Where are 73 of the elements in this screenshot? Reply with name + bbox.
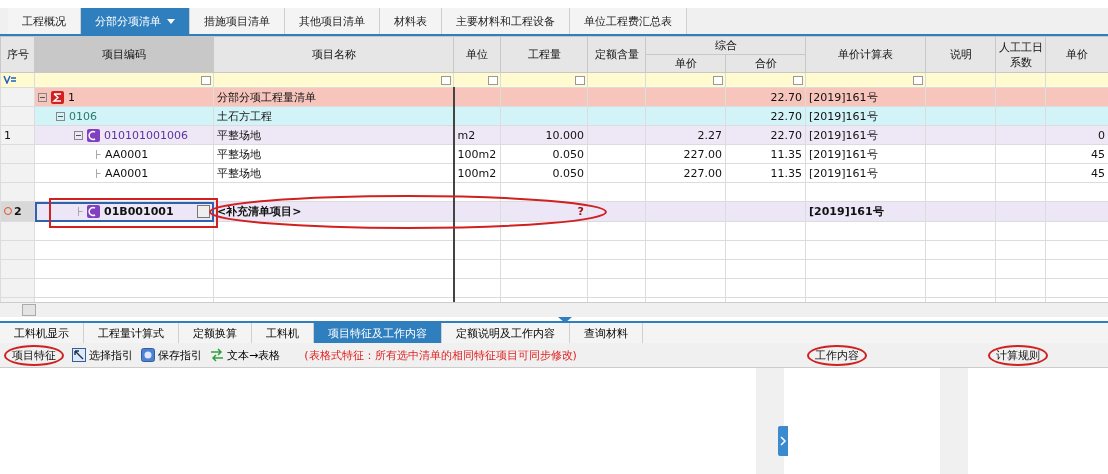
table-row[interactable]: AA0001 平整场地 100m2 0.050 227.00 11.35 [2019]161号 45 — [0, 163, 1108, 183]
table-cell: [2019]161号 — [805, 144, 926, 164]
item-code: AA0001 — [105, 166, 149, 180]
table-cell: 平整场地 — [213, 163, 454, 183]
caret-icon[interactable] — [167, 18, 175, 24]
panel-title: 工作内容 — [806, 344, 867, 366]
column-header[interactable]: 单价 — [1045, 36, 1108, 73]
filter-button[interactable] — [793, 76, 803, 85]
filter-button[interactable] — [575, 76, 585, 85]
column-header[interactable]: 综合 — [645, 36, 806, 55]
expand-handle[interactable] — [777, 426, 788, 456]
tab[interactable]: 材料表 — [380, 8, 442, 34]
table-row[interactable]: 2 01B001001 <补充清单项目> ? [2019]161号 — [0, 201, 1108, 222]
more-button[interactable] — [197, 205, 210, 218]
toolbar-button[interactable]: 选择指引 — [72, 347, 133, 363]
row-number: 1 — [4, 128, 11, 142]
swap-icon — [210, 348, 224, 362]
filter-button[interactable] — [201, 76, 211, 85]
tab[interactable]: 其他项目清单 — [285, 8, 380, 34]
filter-icon[interactable] — [3, 74, 17, 86]
column-header[interactable]: 项目名称 — [213, 36, 454, 73]
table-cell: 平整场地 — [213, 144, 454, 164]
sum-icon — [51, 90, 64, 104]
disk-icon — [141, 348, 155, 362]
toolbar-button[interactable]: 保存指引 — [141, 347, 202, 363]
item-code: 1 — [68, 90, 75, 104]
panel-title: 项目特征 — [4, 344, 64, 366]
item-code: AA0001 — [105, 147, 149, 161]
table-cell: 227.00 — [645, 144, 726, 164]
tab[interactable]: 措施项目清单 — [190, 8, 285, 34]
column-header[interactable]: 人工工日系数 — [995, 36, 1046, 73]
table-row[interactable]: 1 010101001006 平整场地 m2 10.000 2.27 22.70 [2019]161号 0 — [0, 125, 1108, 145]
tab[interactable]: 工程概况 — [8, 8, 81, 34]
list-item-icon — [87, 205, 100, 218]
table-row[interactable]: 1 分部分项工程量清单 22.70 [2019]161号 — [0, 87, 1108, 107]
item-code: 01B001001 — [104, 205, 174, 218]
table-cell: 11.35 — [725, 163, 806, 183]
column-header[interactable]: 定额含量 — [587, 36, 646, 73]
table-cell: 0.050 — [500, 163, 588, 183]
collapse-icon[interactable] — [74, 130, 83, 140]
tab[interactable]: 项目特征及工作内容 — [314, 323, 442, 343]
tab[interactable]: 分部分项清单 — [81, 8, 190, 34]
table-row[interactable]: 0106 土石方工程 22.70 [2019]161号 — [0, 106, 1108, 126]
hint-text: (表格式特征：所有选中清单的相同特征项目可同步修改) — [304, 347, 577, 363]
filter-button[interactable] — [488, 76, 498, 85]
collapse-icon[interactable] — [38, 92, 47, 102]
scrollbar-thumb[interactable] — [22, 304, 36, 316]
filter-button[interactable] — [441, 76, 451, 85]
pointer-icon — [72, 348, 86, 362]
list-item-icon — [87, 128, 100, 142]
column-header[interactable]: 单价计算表 — [805, 36, 926, 73]
item-code: 0106 — [69, 109, 97, 123]
table-row[interactable]: AA0001 平整场地 100m2 0.050 227.00 11.35 [2019]161号 45 — [0, 144, 1108, 164]
item-code: 010101001006 — [104, 128, 188, 142]
collapse-icon[interactable] — [56, 111, 65, 121]
table-cell: 227.00 — [645, 163, 726, 183]
tab[interactable]: 单位工程费汇总表 — [570, 8, 687, 34]
column-header[interactable]: 序号 — [0, 36, 35, 73]
toolbar-button[interactable]: 文本→表格 — [210, 347, 281, 363]
table-cell: [2019]161号 — [805, 163, 926, 183]
table-cell: 100m2 — [453, 163, 501, 183]
column-header[interactable]: 单位 — [453, 36, 501, 73]
tab[interactable]: 主要材料和工程设备 — [442, 8, 570, 34]
table-cell: 11.35 — [725, 144, 806, 164]
column-header[interactable]: 说明 — [925, 36, 996, 73]
table-cell: 100m2 — [453, 144, 501, 164]
panel-title: 计算规则 — [987, 344, 1048, 366]
filter-button[interactable] — [913, 76, 923, 85]
column-header[interactable]: 工程量 — [500, 36, 588, 73]
row-number: 2 — [14, 205, 22, 218]
column-header[interactable]: 项目编码 — [34, 36, 214, 73]
filter-button[interactable] — [713, 76, 723, 85]
table-cell: 0.050 — [500, 144, 588, 164]
